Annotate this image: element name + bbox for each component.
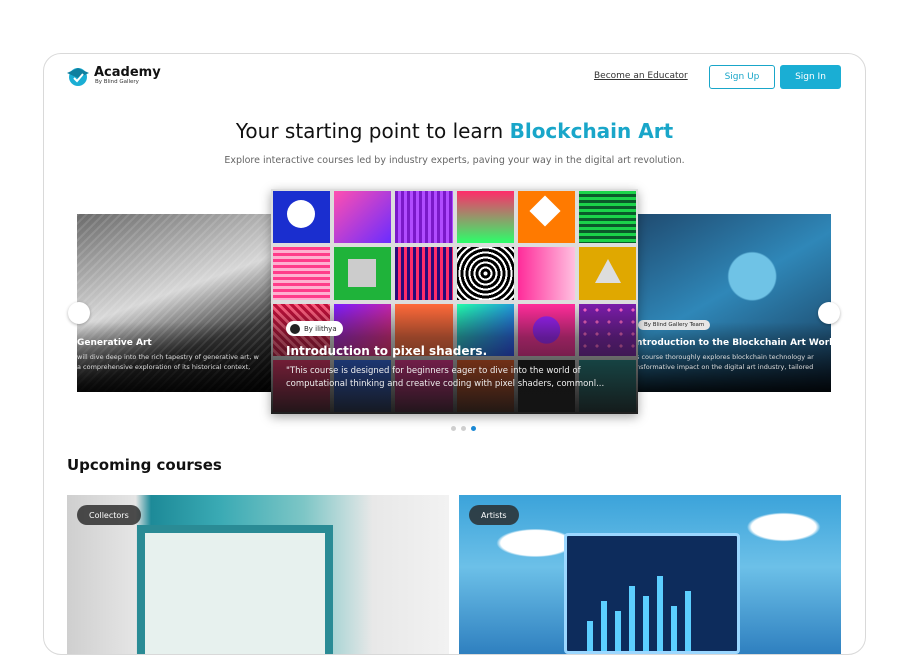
hero-title-accent: Blockchain Art bbox=[509, 119, 674, 143]
brand-subtitle: By Blind Gallery bbox=[95, 79, 139, 85]
art-tile bbox=[395, 247, 453, 300]
art-tile bbox=[273, 247, 331, 300]
course-card-pixel-shaders[interactable]: By ilithya Introduction to pixel shaders… bbox=[271, 189, 638, 414]
app-frame: Academy By Blind Gallery Become an Educa… bbox=[43, 53, 866, 655]
art-tile bbox=[578, 247, 636, 300]
sign-up-button[interactable]: Sign Up bbox=[709, 65, 775, 89]
graduation-cap-icon bbox=[67, 68, 89, 86]
image-detail bbox=[629, 586, 635, 651]
course-image bbox=[137, 525, 333, 654]
upcoming-course-card-collectors[interactable]: Collectors bbox=[67, 495, 449, 654]
art-tile bbox=[395, 191, 453, 244]
image-detail bbox=[587, 621, 593, 651]
brand-title: Academy bbox=[94, 65, 161, 80]
author-name: By ilithya bbox=[304, 324, 337, 333]
art-tile bbox=[273, 191, 331, 244]
category-tag: Collectors bbox=[77, 505, 141, 525]
carousel-dot-active[interactable] bbox=[471, 426, 476, 431]
sign-in-button[interactable]: Sign In bbox=[780, 65, 841, 89]
art-tile bbox=[517, 191, 575, 244]
course-title: Generative Art bbox=[77, 338, 152, 348]
image-detail bbox=[643, 596, 649, 651]
image-detail bbox=[657, 576, 663, 651]
author-badge: By Blind Gallery Team bbox=[638, 320, 711, 330]
hero-title-prefix: Your starting point to learn bbox=[235, 119, 504, 143]
art-tile bbox=[517, 247, 575, 300]
art-tile bbox=[456, 191, 514, 244]
become-educator-link[interactable]: Become an Educator bbox=[594, 71, 688, 81]
course-title: ntroduction to the Blockchain Art World bbox=[636, 338, 831, 348]
course-description: will dive deep into the rich tapestry of… bbox=[77, 352, 277, 372]
carousel-dot[interactable] bbox=[461, 426, 466, 431]
category-tag: Artists bbox=[469, 505, 519, 525]
upcoming-courses-title: Upcoming courses bbox=[67, 456, 222, 474]
course-description-line: a comprehensive exploration of its histo… bbox=[77, 363, 251, 371]
hero-subtitle: Explore interactive courses led by indus… bbox=[224, 155, 685, 166]
course-card-generative-art[interactable]: Generative Art will dive deep into the r… bbox=[77, 214, 277, 392]
image-detail bbox=[671, 606, 677, 651]
image-detail bbox=[601, 601, 607, 651]
academy-logo[interactable]: Academy By Blind Gallery bbox=[66, 65, 161, 87]
upcoming-course-card-artists[interactable]: Artists bbox=[459, 495, 841, 654]
image-detail bbox=[685, 591, 691, 651]
carousel-dot[interactable] bbox=[451, 426, 456, 431]
hero-title: Your starting point to learn Blockchain … bbox=[44, 119, 865, 143]
course-description-line: nsformative impact on the digital art in… bbox=[636, 363, 814, 371]
course-description: s course thoroughly explores blockchain … bbox=[636, 352, 814, 372]
course-description: "This course is designed for beginners e… bbox=[286, 366, 605, 389]
art-tile bbox=[334, 191, 392, 244]
course-description-line: s course thoroughly explores blockchain … bbox=[636, 353, 814, 361]
course-card-blockchain-art-world[interactable]: By Blind Gallery Team ntroduction to the… bbox=[634, 214, 831, 392]
carousel-prev-button[interactable] bbox=[68, 302, 90, 324]
carousel-pagination bbox=[451, 426, 476, 431]
course-image bbox=[564, 533, 740, 654]
image-detail bbox=[615, 611, 621, 651]
carousel-next-button[interactable] bbox=[818, 302, 840, 324]
art-tile bbox=[334, 247, 392, 300]
course-title: Introduction to pixel shaders. bbox=[286, 344, 488, 358]
course-description-line: will dive deep into the rich tapestry of… bbox=[77, 353, 259, 361]
author-badge: By ilithya bbox=[286, 321, 343, 336]
art-tile bbox=[578, 191, 636, 244]
avatar bbox=[290, 323, 300, 334]
art-tile bbox=[456, 247, 514, 300]
